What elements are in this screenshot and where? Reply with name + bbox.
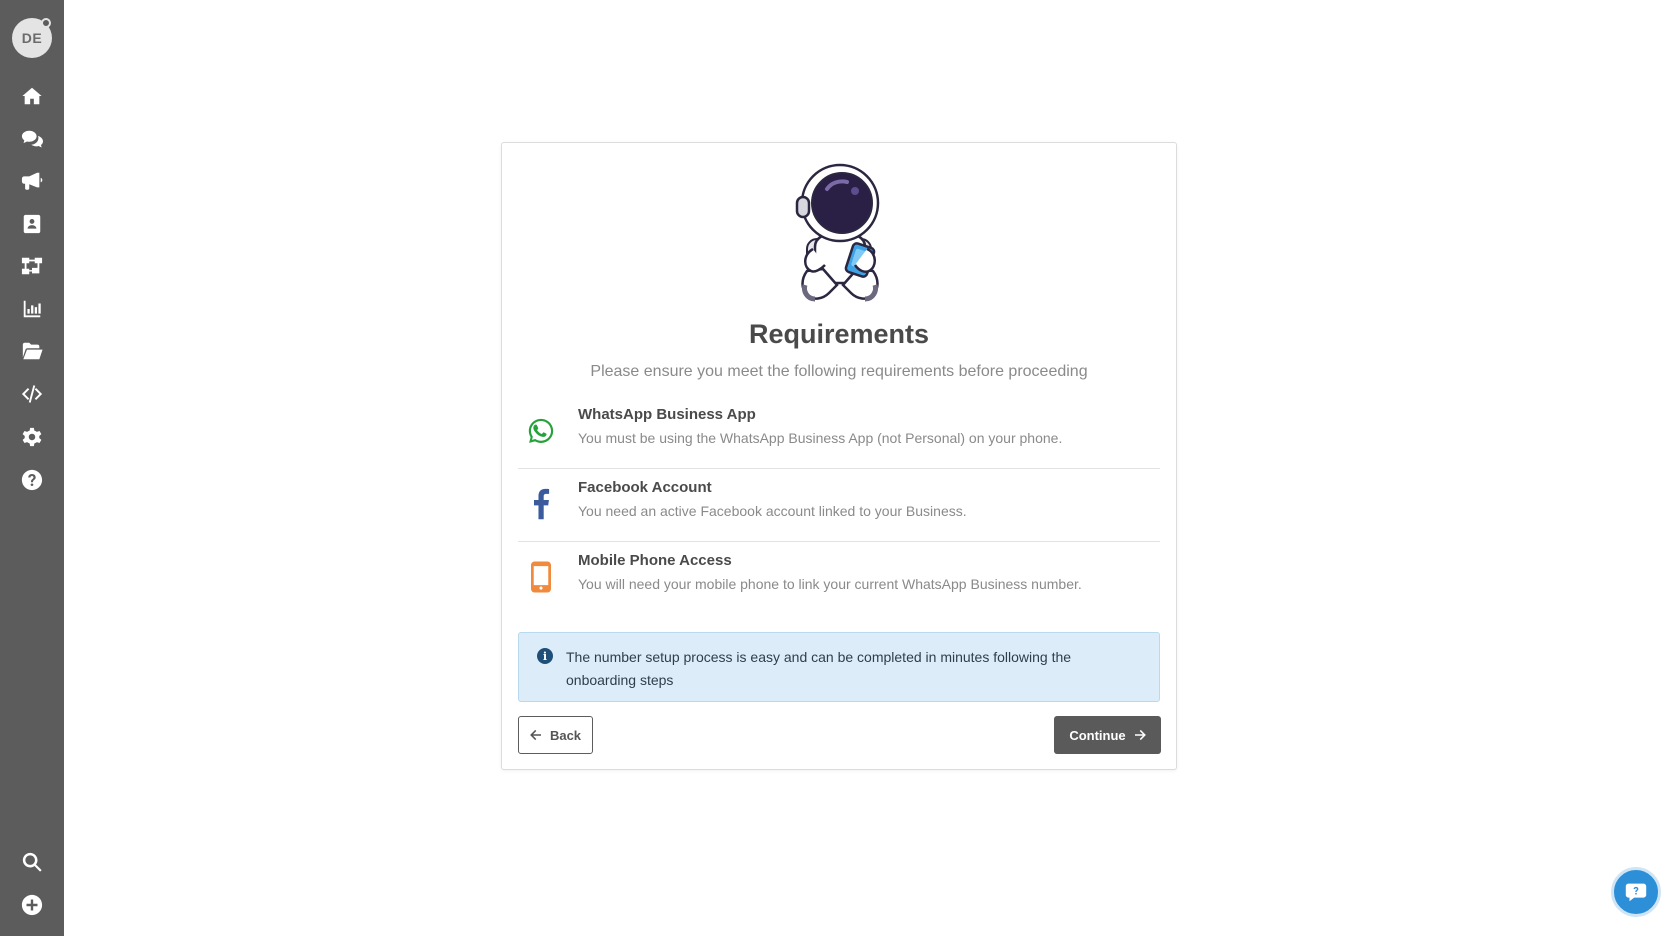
code-icon[interactable] [19, 381, 45, 407]
flow-icon[interactable] [19, 253, 45, 279]
arrow-left-icon [530, 729, 541, 741]
continue-label: Continue [1069, 727, 1126, 743]
avatar-initials: DE [21, 30, 43, 46]
mobile-phone-icon [526, 560, 556, 594]
arrow-right-icon [1134, 729, 1146, 741]
requirement-description: You need an active Facebook account link… [578, 503, 967, 519]
requirement-whatsapp: WhatsApp Business App You must be using … [518, 396, 1160, 469]
page-subtitle: Please ensure you meet the following req… [590, 363, 1088, 380]
contacts-icon[interactable] [19, 211, 45, 237]
support-chat-button[interactable] [1611, 867, 1661, 917]
chat-help-icon [1625, 883, 1647, 902]
requirement-facebook: Facebook Account You need an active Face… [518, 469, 1160, 542]
chat-icon[interactable] [19, 126, 45, 152]
continue-button[interactable]: Continue [1054, 716, 1161, 754]
whatsapp-icon [526, 414, 556, 448]
user-avatar[interactable]: DE [12, 18, 52, 58]
back-button[interactable]: Back [518, 716, 593, 754]
sidebar: DE [0, 0, 64, 936]
page-title: Requirements [748, 319, 930, 349]
help-icon[interactable] [19, 467, 45, 493]
add-icon[interactable] [19, 892, 45, 918]
megaphone-icon[interactable] [19, 168, 45, 194]
requirement-description: You must be using the WhatsApp Business … [578, 430, 1063, 446]
requirement-title: Mobile Phone Access [578, 552, 732, 569]
back-label: Back [549, 727, 582, 743]
requirement-title: Facebook Account [578, 479, 712, 496]
status-dot [41, 18, 51, 28]
gear-icon[interactable] [19, 424, 45, 450]
requirement-title: WhatsApp Business App [578, 406, 756, 423]
info-icon: i [537, 648, 553, 664]
astronaut-illustration [795, 163, 880, 302]
folder-icon[interactable] [19, 338, 45, 364]
info-text: The number setup process is easy and can… [566, 649, 1072, 688]
requirement-description: You will need your mobile phone to link … [578, 576, 1082, 592]
requirements-card: Requirements Please ensure you meet the … [501, 142, 1177, 770]
facebook-icon [526, 487, 556, 521]
analytics-icon[interactable] [19, 296, 45, 322]
info-banner: i The number setup process is easy and c… [518, 632, 1160, 702]
home-icon[interactable] [19, 83, 45, 109]
requirement-mobile: Mobile Phone Access You will need your m… [518, 542, 1160, 615]
search-icon[interactable] [19, 849, 45, 875]
